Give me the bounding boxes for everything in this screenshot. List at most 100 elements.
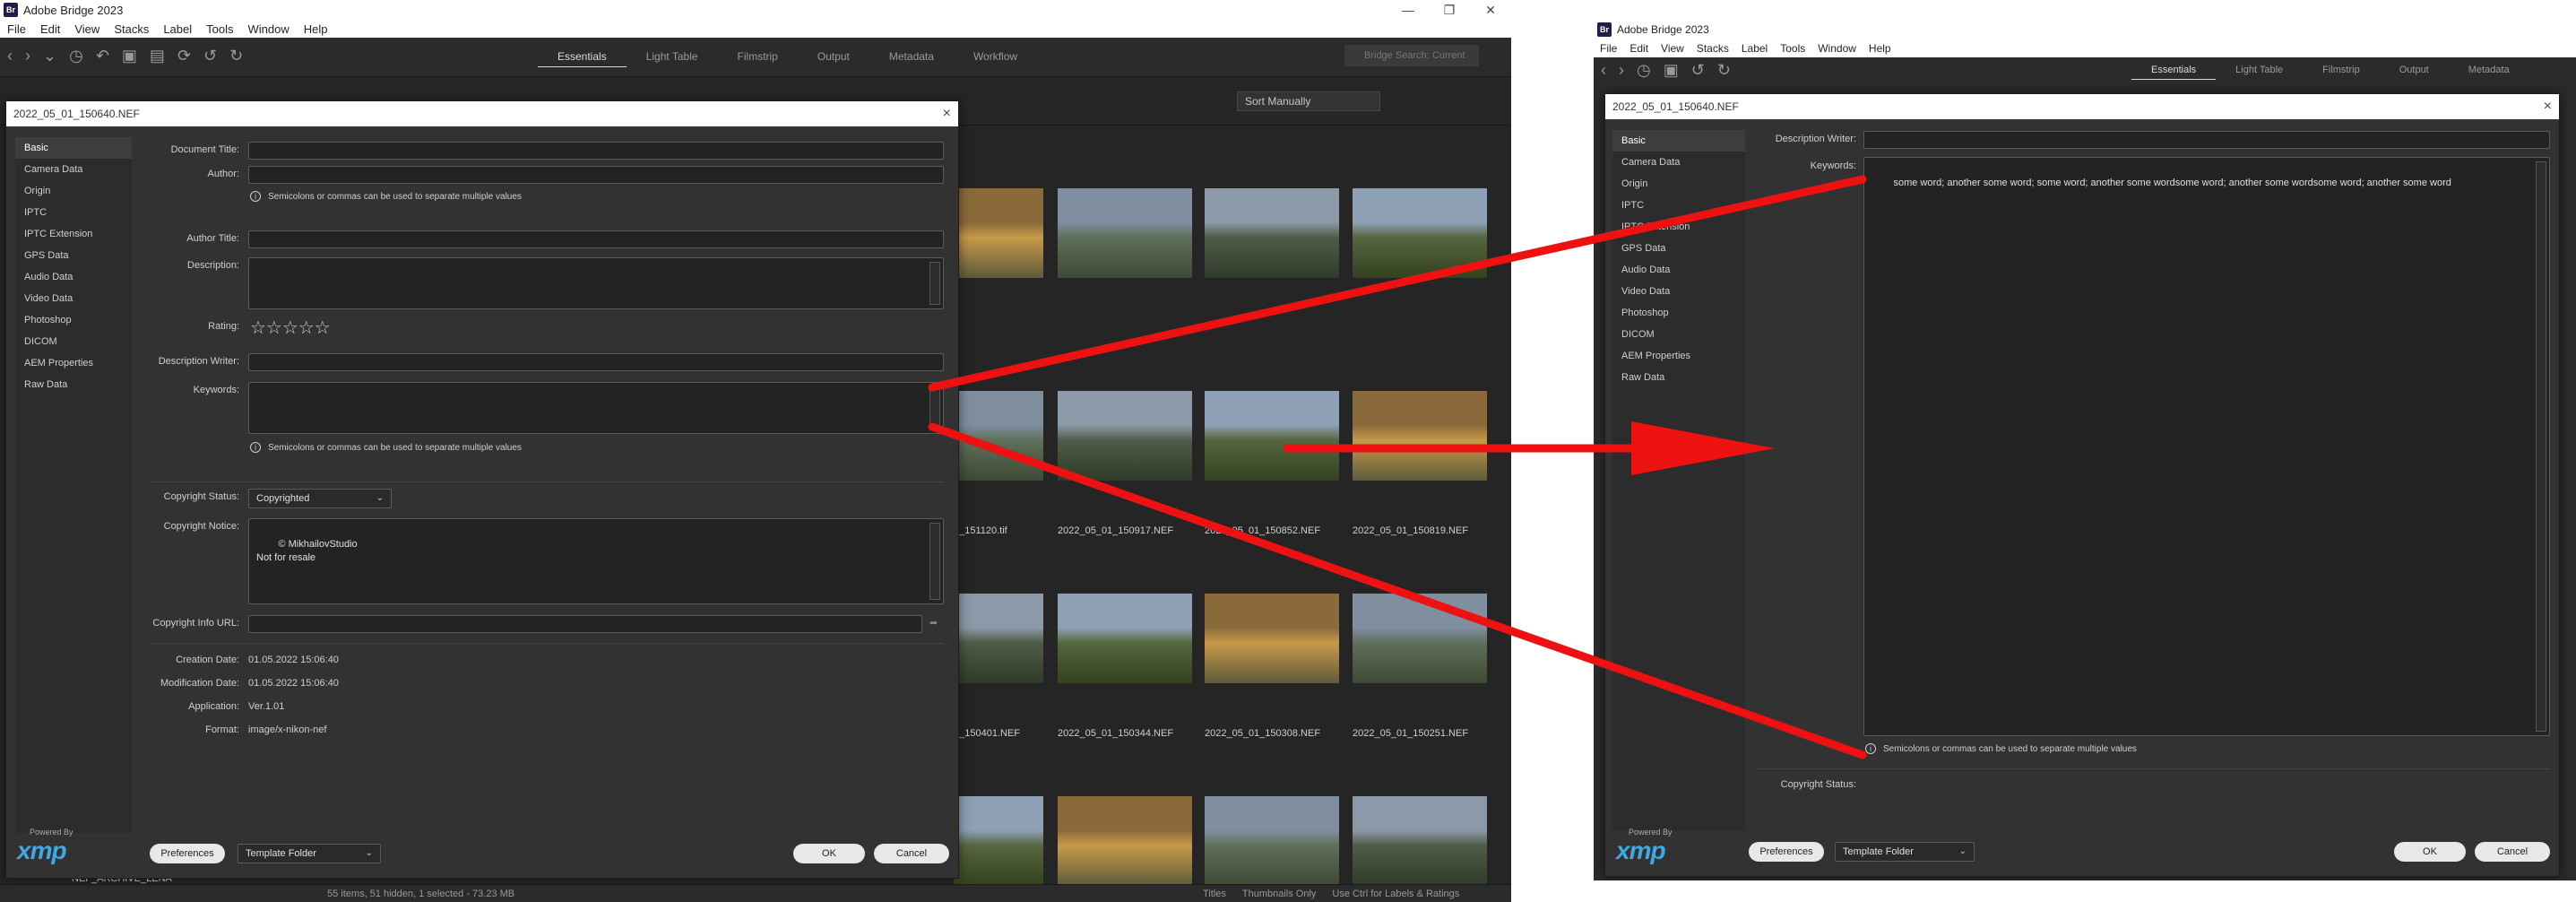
sidebar-item-aem-properties[interactable]: AEM Properties — [15, 352, 132, 374]
history-icon[interactable]: ◷ — [69, 47, 83, 65]
sidebar-item-dicom[interactable]: DICOM — [1612, 324, 1745, 345]
thumbnail[interactable] — [954, 594, 1043, 683]
back-icon[interactable]: ‹ — [1601, 61, 1606, 80]
menu-edit[interactable]: Edit — [1623, 42, 1655, 55]
tab-filmstrip[interactable]: Filmstrip — [718, 50, 798, 67]
rotate-left-icon[interactable]: ↺ — [203, 47, 217, 65]
template-folder-select[interactable]: Template Folder ⌄ — [238, 844, 381, 863]
menu-tools[interactable]: Tools — [1774, 42, 1811, 55]
tab-output[interactable]: Output — [798, 50, 869, 67]
tab-metadata[interactable]: Metadata — [869, 50, 954, 67]
tab-essentials[interactable]: Essentials — [538, 50, 627, 67]
thumbnail[interactable] — [954, 188, 1043, 278]
history-icon[interactable]: ◷ — [1637, 61, 1651, 80]
description-writer-input[interactable] — [248, 353, 944, 371]
sidebar-item-iptc-extension[interactable]: IPTC Extension — [1612, 216, 1745, 238]
description-textarea[interactable] — [248, 257, 944, 309]
sidebar-item-raw-data[interactable]: Raw Data — [1612, 367, 1745, 388]
tab-light-table[interactable]: Light Table — [2216, 65, 2303, 80]
tab-filmstrip[interactable]: Filmstrip — [2303, 65, 2380, 80]
close-icon[interactable]: × — [943, 101, 951, 126]
thumbnail[interactable] — [1058, 594, 1192, 683]
sort-select[interactable]: Sort Manually — [1237, 91, 1380, 111]
document-title-input[interactable] — [248, 142, 944, 160]
keywords-textarea[interactable] — [248, 382, 944, 434]
keywords-textarea-expanded[interactable]: some word; another some word; some word;… — [1863, 157, 2550, 736]
camera-icon[interactable]: ▣ — [122, 47, 137, 65]
menu-tools[interactable]: Tools — [199, 22, 240, 36]
description-writer-input[interactable] — [1863, 131, 2550, 149]
boomerang-icon[interactable]: ↶ — [96, 47, 109, 65]
sidebar-item-audio-data[interactable]: Audio Data — [1612, 259, 1745, 281]
sidebar-item-gps-data[interactable]: GPS Data — [15, 245, 132, 266]
author-title-input[interactable] — [248, 230, 944, 248]
sidebar-item-raw-data[interactable]: Raw Data — [15, 374, 132, 395]
copyright-status-select[interactable]: Copyrighted ⌄ — [248, 489, 392, 508]
forward-icon[interactable]: › — [1619, 61, 1624, 80]
thumbnail[interactable] — [1353, 188, 1487, 278]
sidebar-item-iptc[interactable]: IPTC — [15, 202, 132, 223]
author-input[interactable] — [248, 166, 944, 184]
cancel-button[interactable]: Cancel — [874, 844, 949, 863]
sidebar-item-video-data[interactable]: Video Data — [1612, 281, 1745, 302]
menu-view[interactable]: View — [1655, 42, 1690, 55]
thumbnail[interactable] — [954, 391, 1043, 481]
rotate-right-icon[interactable]: ↻ — [229, 47, 243, 65]
sidebar-item-camera-data[interactable]: Camera Data — [15, 159, 132, 180]
tab-essentials[interactable]: Essentials — [2131, 65, 2217, 80]
sidebar-item-aem-properties[interactable]: AEM Properties — [1612, 345, 1745, 367]
sidebar-item-camera-data[interactable]: Camera Data — [1612, 152, 1745, 173]
sidebar-item-video-data[interactable]: Video Data — [15, 288, 132, 309]
close-window-icon[interactable]: ✕ — [1470, 0, 1511, 20]
sidebar-item-iptc-extension[interactable]: IPTC Extension — [15, 223, 132, 245]
menu-file[interactable]: File — [0, 22, 33, 36]
thumbnail[interactable] — [1205, 594, 1339, 683]
minimize-icon[interactable]: — — [1387, 0, 1429, 20]
thumbnail[interactable] — [1205, 796, 1339, 886]
thumbnail[interactable] — [1205, 391, 1339, 481]
sidebar-item-origin[interactable]: Origin — [1612, 173, 1745, 195]
thumbnail[interactable] — [1205, 188, 1339, 278]
thumbnails-only-option[interactable]: Thumbnails Only — [1242, 885, 1317, 902]
thumbnail[interactable] — [954, 796, 1043, 886]
thumbnail[interactable] — [1058, 796, 1192, 886]
keywords-scrollbar[interactable] — [2536, 161, 2546, 732]
camera-icon[interactable]: ▣ — [1664, 61, 1679, 80]
sidebar-item-photoshop[interactable]: Photoshop — [15, 309, 132, 331]
sidebar-item-dicom[interactable]: DICOM — [15, 331, 132, 352]
description-scrollbar[interactable] — [929, 262, 940, 305]
preferences-button[interactable]: Preferences — [150, 844, 225, 863]
ctrl-labels-option[interactable]: Use Ctrl for Labels & Ratings — [1332, 885, 1459, 902]
copyright-notice-textarea[interactable]: © MikhailovStudio Not for resale — [248, 518, 944, 604]
tab-output[interactable]: Output — [2380, 65, 2449, 80]
search-input[interactable]: Bridge Search: Current — [1344, 45, 1479, 66]
menu-help[interactable]: Help — [297, 22, 335, 36]
open-recent-icon[interactable]: ⟳ — [177, 47, 191, 65]
tab-workflow[interactable]: Workflow — [954, 50, 1037, 67]
sidebar-item-origin[interactable]: Origin — [15, 180, 132, 202]
restore-icon[interactable]: ❐ — [1429, 0, 1470, 20]
menu-file[interactable]: File — [1594, 42, 1623, 55]
menu-edit[interactable]: Edit — [33, 22, 67, 36]
rotate-left-icon[interactable]: ↺ — [1691, 61, 1705, 80]
thumbnail[interactable] — [1058, 188, 1192, 278]
refine-icon[interactable]: ▤ — [150, 47, 165, 65]
thumbnail[interactable] — [1353, 594, 1487, 683]
menu-label[interactable]: Label — [1735, 42, 1774, 55]
sidebar-item-photoshop[interactable]: Photoshop — [1612, 302, 1745, 324]
menu-help[interactable]: Help — [1863, 42, 1897, 55]
back-icon[interactable]: ‹ — [7, 47, 13, 65]
rating-stars[interactable]: ☆☆☆☆☆ — [250, 317, 331, 339]
sidebar-item-audio-data[interactable]: Audio Data — [15, 266, 132, 288]
sidebar-item-gps-data[interactable]: GPS Data — [1612, 238, 1745, 259]
rotate-right-icon[interactable]: ↻ — [1717, 61, 1731, 80]
ok-button[interactable]: OK — [2394, 842, 2466, 862]
menu-window[interactable]: Window — [241, 22, 297, 36]
menu-view[interactable]: View — [67, 22, 107, 36]
tab-metadata[interactable]: Metadata — [2449, 65, 2529, 80]
menu-stacks[interactable]: Stacks — [1690, 42, 1735, 55]
recent-icon[interactable]: ⌄ — [43, 47, 56, 65]
copyright-url-input[interactable] — [248, 615, 922, 633]
titles-option[interactable]: Titles — [1203, 885, 1226, 902]
close-icon[interactable]: × — [2544, 94, 2552, 119]
